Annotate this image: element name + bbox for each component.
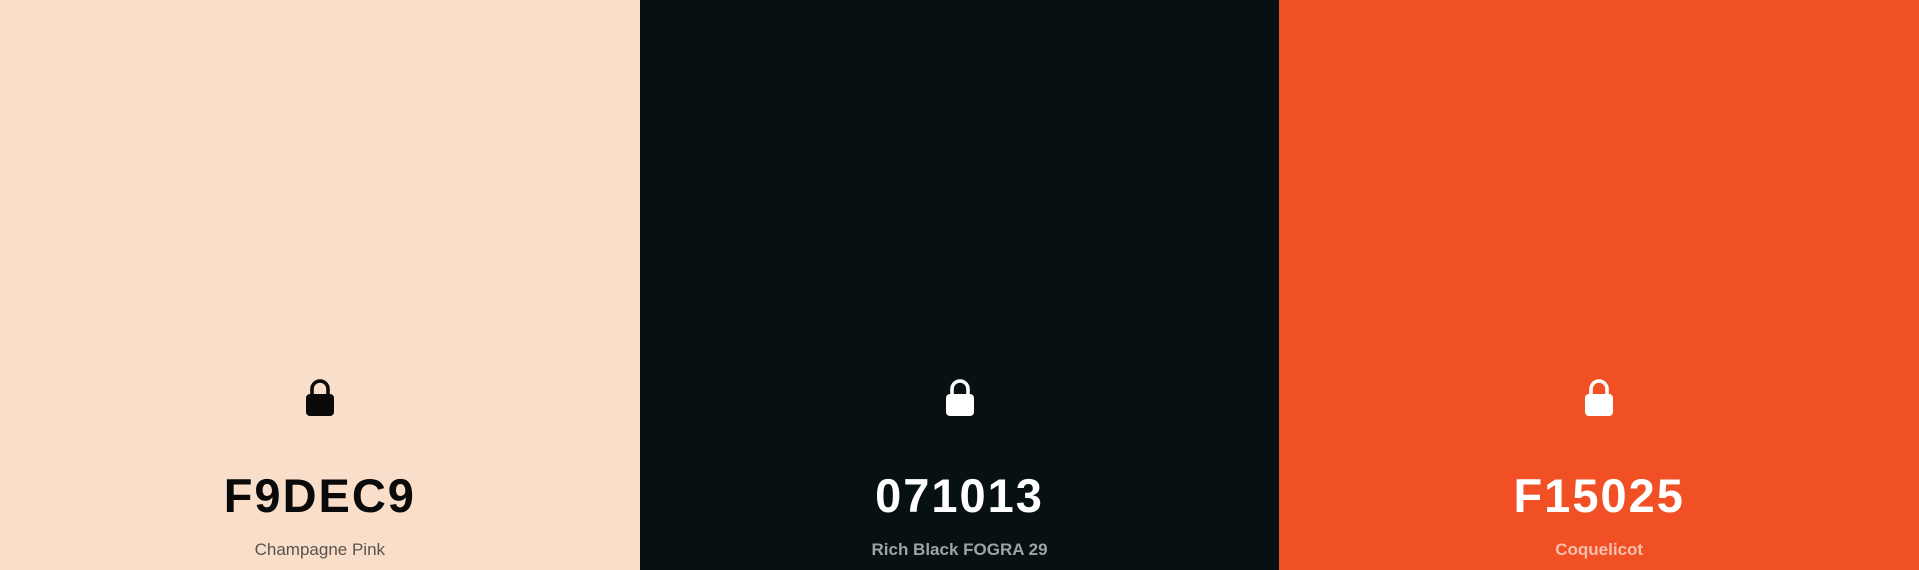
lock-icon[interactable] xyxy=(944,378,976,418)
swatch-coquelicot[interactable]: F15025 Coquelicot xyxy=(1279,0,1919,570)
hex-code[interactable]: 071013 xyxy=(640,468,1280,524)
swatch-champagne-pink[interactable]: F9DEC9 Champagne Pink xyxy=(0,0,640,570)
lock-icon[interactable] xyxy=(1583,378,1615,418)
color-name[interactable]: Coquelicot xyxy=(1279,539,1919,561)
swatch-rich-black-fogra-29[interactable]: 071013 Rich Black FOGRA 29 xyxy=(639,0,1280,570)
color-name[interactable]: Champagne Pink xyxy=(0,539,640,561)
color-palette: F9DEC9 Champagne Pink 071013 Rich Black … xyxy=(0,0,1919,570)
color-name[interactable]: Rich Black FOGRA 29 xyxy=(640,539,1280,561)
hex-code[interactable]: F15025 xyxy=(1279,468,1919,524)
hex-code[interactable]: F9DEC9 xyxy=(0,468,640,524)
lock-icon[interactable] xyxy=(304,378,336,418)
